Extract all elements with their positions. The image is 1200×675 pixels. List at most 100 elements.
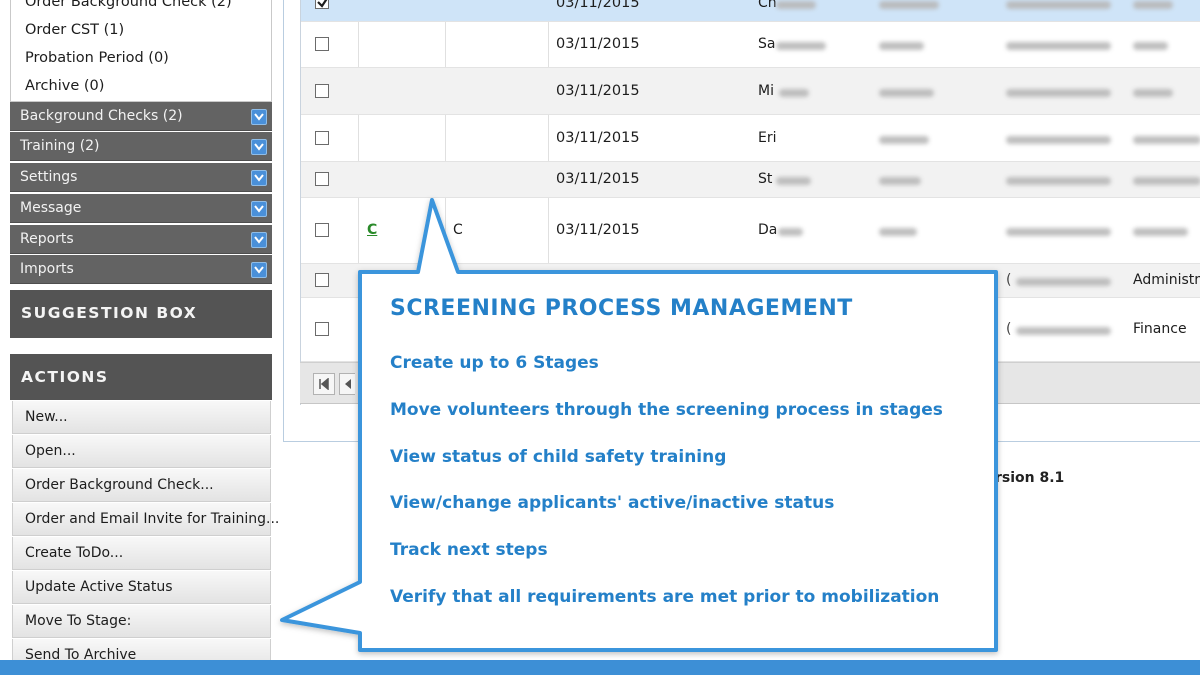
- action-order-background-check[interactable]: Order Background Check...: [12, 469, 271, 502]
- suggestion-box-button[interactable]: SUGGESTION BOX: [10, 290, 272, 338]
- redacted-text: [776, 42, 826, 50]
- actions-header: ACTIONS: [10, 354, 272, 400]
- category-reports[interactable]: Reports: [10, 225, 272, 254]
- row-date: 03/11/2015: [556, 130, 640, 146]
- table-row[interactable]: 03/11/2015 Mi: [301, 68, 1200, 115]
- row-code-link[interactable]: C: [367, 222, 377, 238]
- grid-frame-left: [283, 0, 284, 442]
- table-row[interactable]: 03/11/2015 St: [301, 162, 1200, 198]
- chevron-down-icon[interactable]: [251, 170, 267, 186]
- callout-body: SCREENING PROCESS MANAGEMENT Create up t…: [360, 272, 996, 650]
- redacted-text: [778, 228, 803, 236]
- row-checkbox[interactable]: [315, 273, 329, 287]
- row-code: C: [453, 222, 463, 238]
- bottom-bar: [0, 660, 1200, 675]
- redacted-text: [779, 89, 809, 97]
- row-checkbox[interactable]: [315, 131, 329, 145]
- folder-order-cst[interactable]: Order CST (1): [25, 22, 124, 38]
- redacted-text: [879, 42, 924, 50]
- callout-title: SCREENING PROCESS MANAGEMENT: [390, 296, 853, 321]
- redacted-text: [879, 228, 917, 236]
- row-date: 03/11/2015: [556, 222, 640, 238]
- feature-item: Track next steps: [390, 540, 548, 560]
- redacted-text: [1133, 177, 1200, 185]
- chevron-down-icon[interactable]: [251, 201, 267, 217]
- category-label: Training (2): [20, 138, 100, 154]
- row-date: 03/11/2015: [556, 36, 640, 52]
- row-phone: (: [1006, 321, 1012, 337]
- table-row[interactable]: C C 03/11/2015 Da: [301, 198, 1200, 264]
- row-name: Sa: [758, 36, 776, 52]
- prev-page-icon[interactable]: [339, 373, 355, 395]
- redacted-text: [879, 89, 934, 97]
- row-date: 03/11/2015: [556, 171, 640, 187]
- category-training[interactable]: Training (2): [10, 132, 272, 161]
- row-department: Administra: [1133, 272, 1200, 288]
- feature-item: View/change applicants' active/inactive …: [390, 493, 835, 513]
- version-label: rsion 8.1: [995, 470, 1065, 486]
- row-phone: (: [1006, 272, 1012, 288]
- category-label: Background Checks (2): [20, 108, 183, 124]
- row-checkbox[interactable]: [315, 322, 329, 336]
- redacted-text: [1006, 1, 1111, 9]
- redacted-text: [1006, 89, 1111, 97]
- feature-item: View status of child safety training: [390, 447, 727, 467]
- action-new[interactable]: New...: [12, 401, 271, 434]
- category-label: Imports: [20, 261, 74, 277]
- redacted-text: [1133, 89, 1173, 97]
- folder-archive[interactable]: Archive (0): [25, 78, 104, 94]
- row-name: Ch: [758, 0, 777, 11]
- redacted-text: [1006, 177, 1111, 185]
- category-background-checks[interactable]: Background Checks (2): [10, 102, 272, 131]
- row-name: Eri: [758, 130, 777, 146]
- folder-order-background-check[interactable]: Order Background Check (2): [25, 0, 232, 10]
- action-order-email-invite-training[interactable]: Order and Email Invite for Training...: [12, 503, 279, 536]
- table-row[interactable]: 03/11/2015 Ch: [301, 0, 1200, 22]
- action-move-to-stage[interactable]: Move To Stage:: [12, 605, 271, 638]
- chevron-down-icon[interactable]: [251, 109, 267, 125]
- action-open[interactable]: Open...: [12, 435, 271, 468]
- table-row[interactable]: 03/11/2015 Sa: [301, 22, 1200, 68]
- row-checkbox[interactable]: [315, 84, 329, 98]
- row-name: Mi: [758, 83, 774, 99]
- folder-list: Order Background Check (2) Order CST (1)…: [10, 0, 272, 102]
- redacted-text: [879, 136, 929, 144]
- redacted-text: [1006, 228, 1111, 236]
- redacted-text: [1133, 42, 1168, 50]
- redacted-text: [879, 1, 939, 9]
- chevron-down-icon[interactable]: [251, 262, 267, 278]
- row-checkbox[interactable]: [315, 37, 329, 51]
- feature-item: Create up to 6 Stages: [390, 353, 599, 373]
- row-date: 03/11/2015: [556, 83, 640, 99]
- category-label: Settings: [20, 169, 78, 185]
- category-imports[interactable]: Imports: [10, 255, 272, 284]
- redacted-text: [1016, 278, 1111, 286]
- redacted-text: [1006, 42, 1111, 50]
- sidebar: Order Background Check (2) Order CST (1)…: [0, 0, 285, 675]
- folder-probation-period[interactable]: Probation Period (0): [25, 50, 169, 66]
- table-row[interactable]: 03/11/2015 Eri: [301, 115, 1200, 162]
- redacted-text: [1133, 136, 1200, 144]
- row-checkbox[interactable]: [315, 172, 329, 186]
- row-name: St: [758, 171, 773, 187]
- row-checkbox[interactable]: [315, 0, 329, 9]
- row-department: Finance: [1133, 321, 1187, 337]
- first-page-icon[interactable]: [313, 373, 335, 395]
- redacted-text: [879, 177, 921, 185]
- category-label: Reports: [20, 231, 74, 247]
- category-label: Message: [20, 200, 82, 216]
- redacted-text: [776, 177, 811, 185]
- redacted-text: [776, 1, 816, 9]
- chevron-down-icon[interactable]: [251, 232, 267, 248]
- redacted-text: [1006, 136, 1111, 144]
- category-message[interactable]: Message: [10, 194, 272, 223]
- category-settings[interactable]: Settings: [10, 163, 272, 192]
- redacted-text: [1133, 1, 1173, 9]
- row-date: 03/11/2015: [556, 0, 640, 11]
- row-checkbox[interactable]: [315, 223, 329, 237]
- action-create-todo[interactable]: Create ToDo...: [12, 537, 271, 570]
- chevron-down-icon[interactable]: [251, 139, 267, 155]
- row-name: Da: [758, 222, 778, 238]
- action-update-active-status[interactable]: Update Active Status: [12, 571, 271, 604]
- feature-item: Move volunteers through the screening pr…: [390, 400, 943, 420]
